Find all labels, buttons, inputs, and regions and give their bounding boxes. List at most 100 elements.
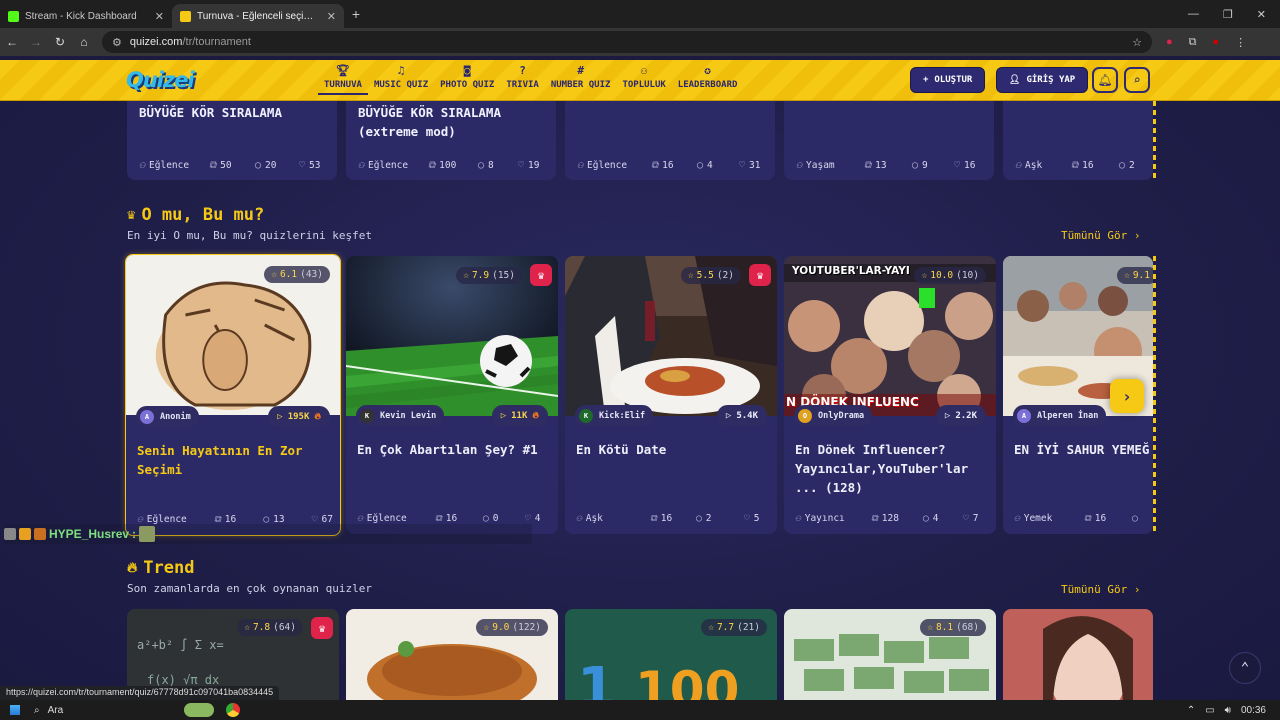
new-tab-button[interactable]: + [344, 6, 368, 22]
tray-chevron-icon[interactable]: ⌃ [1187, 705, 1195, 716]
nav-photo-quiz[interactable]: ◙ PHOTO QUIZ [434, 64, 500, 95]
quiz-title[interactable]: EN İYİ SAHUR YEMEĞ [1014, 440, 1153, 459]
author-badge[interactable]: A Alperen İnan [1013, 405, 1107, 426]
url-input[interactable]: ⚙ quizei.com/tr/tournament ☆ [102, 31, 1152, 53]
logo[interactable]: Quizei [126, 68, 195, 92]
trend-card[interactable] [1003, 609, 1153, 700]
author-badge[interactable]: K Kevin Levin [356, 405, 445, 426]
quiz-card[interactable]: ⚇ Yaşam ⧉ 13 ◯ 9 ♡ 16 [784, 101, 994, 180]
quiz-meta: ⚇ Aşk ⧉ 16 ◯ 2 [1015, 160, 1135, 171]
see-all-link[interactable]: Tümünü Gör › [1061, 583, 1140, 596]
quiz-card[interactable]: ⚇ Aşk ⧉ 16 ◯ 2 [1003, 101, 1153, 180]
taskbar-search[interactable]: ⌕ Ara [34, 705, 154, 716]
chrome-icon[interactable] [226, 703, 240, 717]
quiz-title[interactable]: En Kötü Date [576, 440, 768, 459]
comment-icon: ◯ [483, 513, 489, 524]
quiz-card[interactable]: ☆ 5.5 (2) ♛ K Kick:Elif ▷ 5.4K En Kötü Date … [565, 256, 777, 534]
fire-icon: 🔥︎ [314, 411, 321, 422]
rating-badge: ☆ 7.7 (21) [701, 619, 767, 636]
quiz-card[interactable]: BÜYÜĞE KÖR SIRALAMA (extreme mod) ⚇ Eğlen… [346, 101, 556, 180]
crown-icon: ♛ [127, 207, 136, 223]
extensions-area: ● ⧉ ● ⋮ [1166, 36, 1246, 49]
quiz-card[interactable]: YOUTUBER'LAR-YAYI N DÖNEK INFLUENC ☆ 10.0… [784, 256, 996, 534]
nav-topluluk[interactable]: ⚇ TOPLULUK [616, 64, 671, 95]
question-bubble-icon: ? [519, 64, 526, 77]
close-tab-icon[interactable]: ✕ [155, 10, 164, 23]
quiz-title[interactable]: Senin Hayatının En Zor Seçimi [137, 441, 329, 479]
divider [1153, 256, 1156, 534]
browser-tab-quizei[interactable]: Turnuva - Eğlenceli seçimler ya ✕ [172, 4, 344, 28]
rating-badge: ☆ 7.8 (64) [237, 619, 303, 636]
see-all-link[interactable]: Tümünü Gör › [1061, 229, 1140, 242]
plus-icon: + [923, 75, 929, 85]
extensions-puzzle-icon[interactable]: ⧉ [1189, 36, 1197, 49]
author-badge[interactable]: A Anonim [136, 406, 199, 427]
menu-icon[interactable]: ⋮ [1235, 36, 1246, 49]
scroll-to-top-button[interactable]: ⌃ [1229, 652, 1261, 684]
section-header-omu: ♛ O mu, Bu mu? En iyi O mu, Bu mu? quizle… [127, 205, 372, 242]
volume-icon[interactable]: 🔊︎ [1225, 705, 1231, 716]
minimize-icon[interactable]: — [1188, 8, 1199, 21]
status-bar-url: https://quizei.com/tr/tournament/quiz/67… [0, 686, 280, 700]
nav-number-quiz[interactable]: # NUMBER QUIZ [545, 64, 617, 95]
windows-start-icon[interactable] [10, 705, 20, 715]
category-icon: ⚇ [358, 160, 365, 171]
widget-icon[interactable] [184, 703, 214, 717]
nav-music-quiz[interactable]: ♫ MUSIC QUIZ [368, 64, 434, 95]
bell-icon: 🔔︎ [1097, 73, 1113, 87]
quiz-card[interactable]: ☆ 6.1 (43) A Anonim ▷ 195K 🔥︎ Senin Hayatının… [125, 254, 341, 536]
fire-icon: 🔥︎ [127, 560, 138, 576]
quiz-meta: ⚇ Eğlence ⧉ 16 ◯ 0 ♡ 4 [357, 513, 541, 524]
reload-icon[interactable]: ↻ [48, 35, 72, 49]
play-icon: ▷ [725, 410, 732, 421]
author-badge[interactable]: O OnlyDrama [794, 405, 873, 426]
questions-icon: ⧉ [1084, 513, 1091, 524]
quiz-card[interactable]: ⚇ Eğlence ⧉ 16 ◯ 4 ♡ 31 [565, 101, 775, 180]
star-icon: ☆ [244, 622, 250, 633]
network-icon[interactable]: ▭ [1205, 705, 1214, 716]
back-icon[interactable]: ← [0, 35, 24, 49]
notifications-button[interactable]: 🔔︎ [1092, 67, 1118, 93]
section-header-trend: 🔥︎ Trend Son zamanlarda en çok oynanan qu… [127, 558, 372, 595]
bookmark-star-icon[interactable]: ☆ [1132, 36, 1142, 49]
browser-tab-kick[interactable]: Stream - Kick Dashboard ✕ [0, 4, 172, 28]
system-tray: ⌃ ▭ 🔊︎ 00:36 [1187, 705, 1280, 716]
avatar: A [1017, 408, 1031, 423]
badge-icon [34, 528, 46, 540]
close-window-icon[interactable]: ✕ [1257, 8, 1266, 21]
forward-icon[interactable]: → [24, 35, 48, 49]
create-button[interactable]: + OLUŞTUR [910, 67, 986, 93]
site-info-icon[interactable]: ⚙ [112, 36, 122, 49]
quiz-card[interactable]: ☆ 7.9 (15) ♛ K Kevin Levin ▷ 11K 🔥︎ En Çok Ab… [346, 256, 558, 534]
nav-trivia[interactable]: ? TRIVIA [500, 64, 545, 95]
comment-icon: ◯ [255, 160, 262, 171]
nav-label: LEADERBOARD [677, 80, 738, 90]
extension-icon[interactable]: ● [1166, 36, 1173, 49]
play-icon: ▷ [500, 410, 507, 421]
svg-text:100: 100 [635, 661, 739, 700]
quiz-title[interactable]: En Çok Abartılan Şey? #1 [357, 440, 549, 459]
svg-text:1: 1 [577, 656, 616, 700]
clock[interactable]: 00:36 [1241, 705, 1266, 716]
plays-badge: ▷ 5.4K [716, 405, 767, 426]
quiz-card[interactable]: BÜYÜĞE KÖR SIRALAMA ⚇ Eğlence ⧉ 50 ◯ 20 ♡ 53 [127, 101, 337, 180]
nav-turnuva[interactable]: 🏆︎ TURNUVA [318, 64, 368, 95]
star-icon: ☆ [1124, 270, 1130, 281]
author-badge[interactable]: K Kick:Elif [575, 405, 654, 426]
close-tab-icon[interactable]: ✕ [327, 10, 336, 23]
trend-card[interactable]: 1 100 ☆ 7.7 (21) [565, 609, 777, 700]
nav-leaderboard[interactable]: ✪ LEADERBOARD [672, 64, 744, 95]
trend-card[interactable]: ☆ 8.1 (68) [784, 609, 996, 700]
home-icon[interactable]: ⌂ [72, 35, 96, 49]
login-button[interactable]: 👤︎ GİRİŞ YAP [996, 67, 1089, 93]
carousel-next-button[interactable]: › [1110, 379, 1144, 413]
profile-icon[interactable]: ● [1213, 36, 1220, 49]
search-button[interactable]: ⌕ [1124, 67, 1150, 93]
maximize-icon[interactable]: ❐ [1223, 8, 1233, 21]
quiz-meta: ⚇ Eğlence ⧉ 50 ◯ 20 ♡ 53 [139, 160, 321, 171]
hash-icon: # [577, 64, 584, 77]
taskbar: ⌕ Ara ⌃ ▭ 🔊︎ 00:36 [0, 700, 1280, 720]
quiz-title[interactable]: En Dönek Influencer? Yayıncılar,YouTuber… [795, 440, 987, 497]
trend-card[interactable]: ☆ 9.0 (122) [346, 609, 558, 700]
questions-icon: ⧉ [435, 513, 442, 524]
